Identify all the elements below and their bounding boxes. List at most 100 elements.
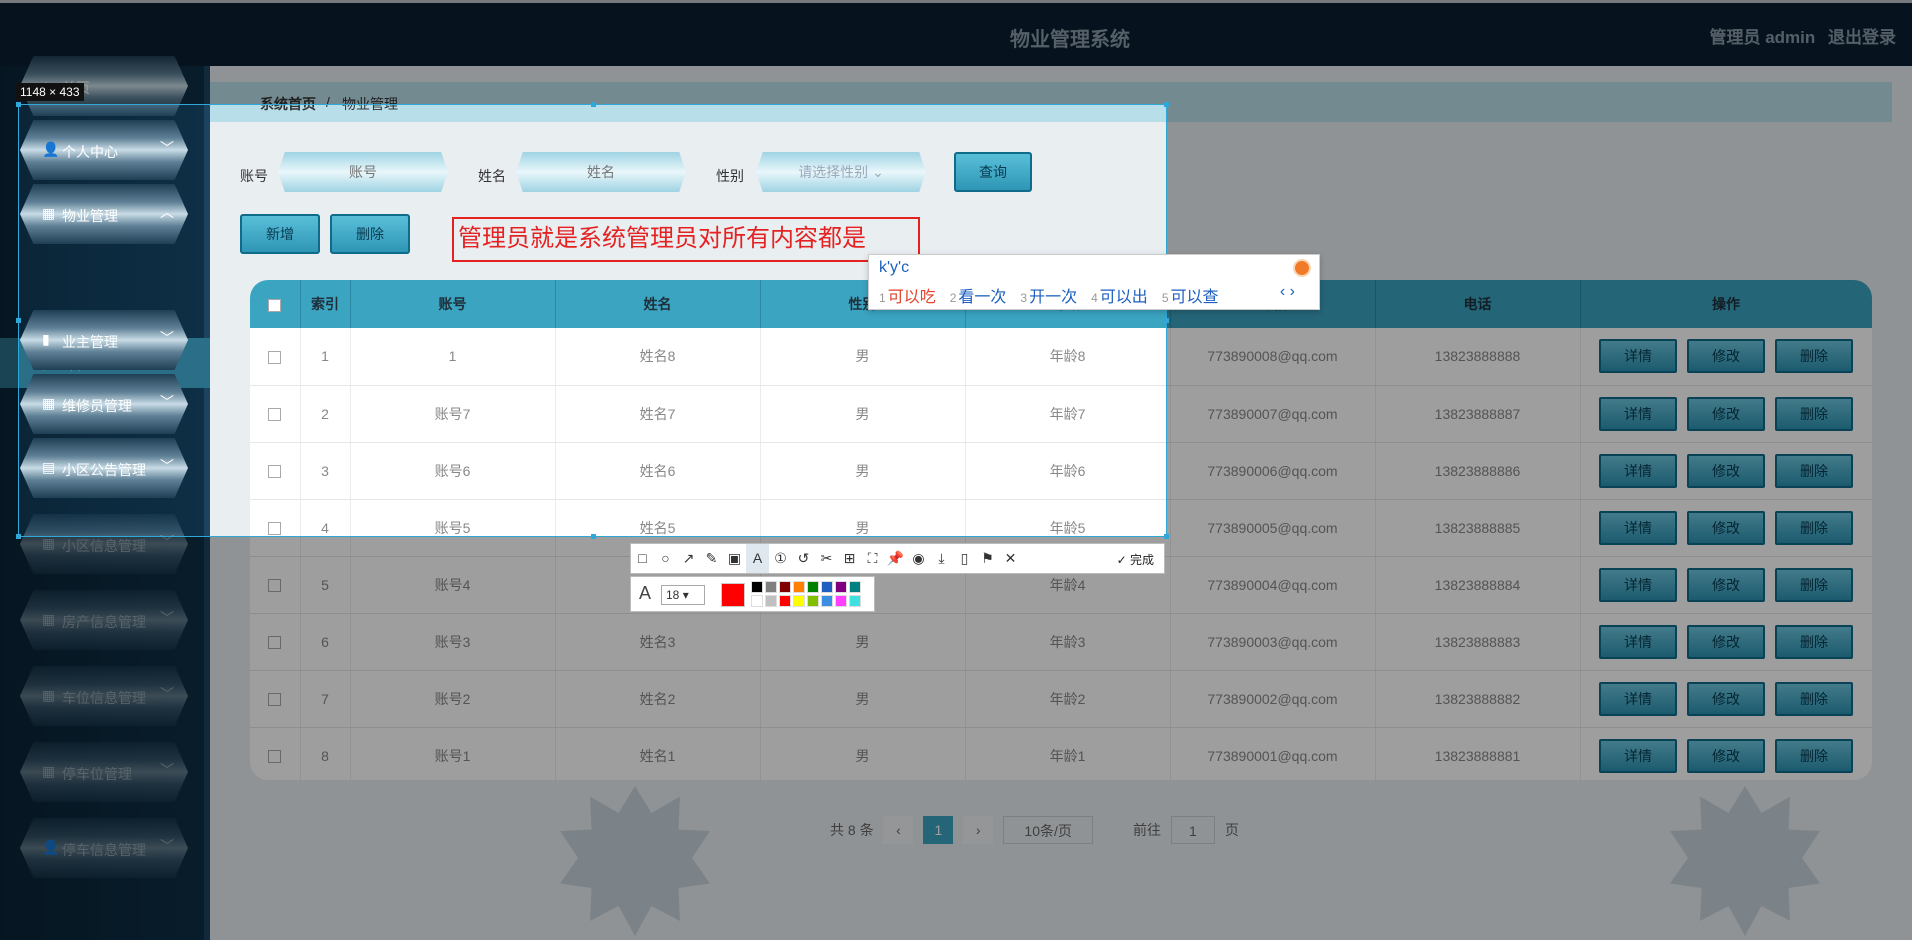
delete-row-button[interactable]: 删除 [1775, 738, 1853, 773]
edit-button[interactable]: 修改 [1687, 510, 1765, 545]
row-checkbox[interactable] [250, 385, 301, 443]
ime-candidate[interactable]: 5 可以查 [1162, 289, 1219, 306]
sidebar-item-10[interactable]: 👤 停车信息管理 ﹀ [20, 818, 188, 878]
row-checkbox[interactable] [250, 499, 301, 557]
mosaic-tool-icon[interactable]: ▣ [723, 544, 746, 573]
logout-link[interactable]: 退出登录 [1828, 28, 1896, 47]
row-checkbox[interactable] [250, 442, 301, 500]
delete-row-button[interactable]: 删除 [1775, 396, 1853, 431]
edit-button[interactable]: 修改 [1687, 396, 1765, 431]
sidebar-item-3[interactable]: ▮ 业主管理 ﹀ [20, 310, 188, 370]
number-tool-icon[interactable]: ① [769, 544, 792, 573]
sidebar-item-5[interactable]: ▤ 小区公告管理 ﹀ [20, 438, 188, 498]
sidebar-item-6[interactable]: ▦ 小区信息管理 ﹀ [20, 514, 188, 574]
page-size-select[interactable]: 10条/页 [1003, 816, 1094, 844]
ime-candidate[interactable]: 2 看一次 [950, 289, 1007, 306]
color-swatch[interactable] [835, 595, 847, 607]
add-button[interactable]: 新增 [240, 214, 320, 254]
account-input[interactable] [278, 152, 448, 192]
cut-icon[interactable]: ✂ [815, 544, 838, 573]
name-input[interactable] [516, 152, 686, 192]
ocr-icon[interactable]: ⊞ [838, 544, 861, 573]
sidebar-item-label: 车位信息管理 [62, 690, 146, 706]
page-number[interactable]: 1 [923, 816, 954, 844]
detail-button[interactable]: 详情 [1599, 681, 1677, 716]
detail-button[interactable]: 详情 [1599, 624, 1677, 659]
row-checkbox[interactable] [250, 556, 301, 614]
color-swatch[interactable] [779, 595, 791, 607]
row-checkbox[interactable] [250, 613, 301, 671]
ime-candidate[interactable]: 3 开一次 [1020, 289, 1077, 306]
color-swatch[interactable] [793, 595, 805, 607]
ellipse-tool-icon[interactable]: ○ [654, 544, 677, 573]
font-size-select[interactable]: 18 ▾ [661, 585, 705, 605]
color-swatch[interactable] [751, 595, 763, 607]
close-icon[interactable]: ✕ [999, 544, 1022, 573]
ime-candidate[interactable]: 4 可以出 [1091, 289, 1148, 306]
color-swatch[interactable] [821, 595, 833, 607]
color-swatch[interactable] [793, 581, 805, 593]
bookmark-icon[interactable]: ⚑ [976, 544, 999, 573]
sidebar-item-1[interactable]: 👤 个人中心 ﹀ [20, 120, 188, 180]
prev-page-button[interactable]: ‹ [883, 816, 914, 844]
sidebar-item-7[interactable]: ▦ 房产信息管理 ﹀ [20, 590, 188, 650]
edit-button[interactable]: 修改 [1687, 681, 1765, 716]
detail-button[interactable]: 详情 [1599, 510, 1677, 545]
color-swatch[interactable] [765, 581, 777, 593]
scan-icon[interactable]: ⛶ [861, 544, 884, 573]
pin-icon[interactable]: 📌 [884, 544, 907, 573]
detail-button[interactable]: 详情 [1599, 453, 1677, 488]
delete-row-button[interactable]: 删除 [1775, 510, 1853, 545]
color-swatch[interactable] [765, 595, 777, 607]
edit-button[interactable]: 修改 [1687, 339, 1765, 374]
detail-button[interactable]: 详情 [1599, 339, 1677, 374]
edit-button[interactable]: 修改 [1687, 453, 1765, 488]
query-button[interactable]: 查询 [954, 152, 1032, 192]
sidebar-item-8[interactable]: ▦ 车位信息管理 ﹀ [20, 666, 188, 726]
color-swatch[interactable] [821, 581, 833, 593]
color-swatch[interactable] [807, 581, 819, 593]
record-icon[interactable]: ◉ [907, 544, 930, 573]
color-swatch[interactable] [807, 595, 819, 607]
arrow-tool-icon[interactable]: ↗ [677, 544, 700, 573]
detail-button[interactable]: 详情 [1599, 567, 1677, 602]
edit-button[interactable]: 修改 [1687, 624, 1765, 659]
breadcrumb-home[interactable]: 系统首页 [260, 94, 316, 114]
color-swatch[interactable] [849, 595, 861, 607]
row-checkbox[interactable] [250, 670, 301, 728]
sidebar-item-2[interactable]: ▦ 物业管理 ︿ [20, 184, 188, 244]
color-swatch[interactable] [849, 581, 861, 593]
select-all-checkbox[interactable] [250, 280, 301, 328]
download-icon[interactable]: ⤓ [930, 544, 953, 573]
current-color-swatch[interactable] [721, 583, 745, 607]
detail-button[interactable]: 详情 [1599, 396, 1677, 431]
color-swatch[interactable] [835, 581, 847, 593]
delete-row-button[interactable]: 删除 [1775, 453, 1853, 488]
row-checkbox[interactable] [250, 727, 301, 780]
done-button[interactable]: ✓ 完成 [1117, 551, 1154, 568]
next-page-button[interactable]: › [963, 816, 994, 844]
delete-button[interactable]: 删除 [330, 214, 410, 254]
edit-button[interactable]: 修改 [1687, 738, 1765, 773]
phone-icon[interactable]: ▯ [953, 544, 976, 573]
ime-page-arrows[interactable]: ‹ › [1280, 283, 1295, 301]
row-checkbox[interactable] [250, 328, 301, 386]
color-swatch[interactable] [751, 581, 763, 593]
sidebar-item-9[interactable]: ▦ 停车位管理 ﹀ [20, 742, 188, 802]
color-swatch[interactable] [779, 581, 791, 593]
goto-input[interactable]: 1 [1170, 816, 1215, 844]
delete-row-button[interactable]: 删除 [1775, 624, 1853, 659]
delete-row-button[interactable]: 删除 [1775, 339, 1853, 374]
edit-button[interactable]: 修改 [1687, 567, 1765, 602]
sidebar-item-4[interactable]: ▦ 维修员管理 ﹀ [20, 374, 188, 434]
detail-button[interactable]: 详情 [1599, 738, 1677, 773]
rectangle-tool-icon[interactable]: □ [631, 544, 654, 573]
delete-row-button[interactable]: 删除 [1775, 567, 1853, 602]
delete-row-button[interactable]: 删除 [1775, 681, 1853, 716]
ime-candidate[interactable]: 1 可以吃 [879, 289, 936, 306]
text-annotation[interactable]: 管理员就是系统管理员对所有内容都是 [452, 217, 920, 262]
text-tool-icon[interactable]: A [746, 544, 769, 573]
undo-icon[interactable]: ↺ [792, 544, 815, 573]
pen-tool-icon[interactable]: ✎ [700, 544, 723, 573]
gender-select[interactable]: 请选择性别 ⌄ [756, 152, 926, 192]
